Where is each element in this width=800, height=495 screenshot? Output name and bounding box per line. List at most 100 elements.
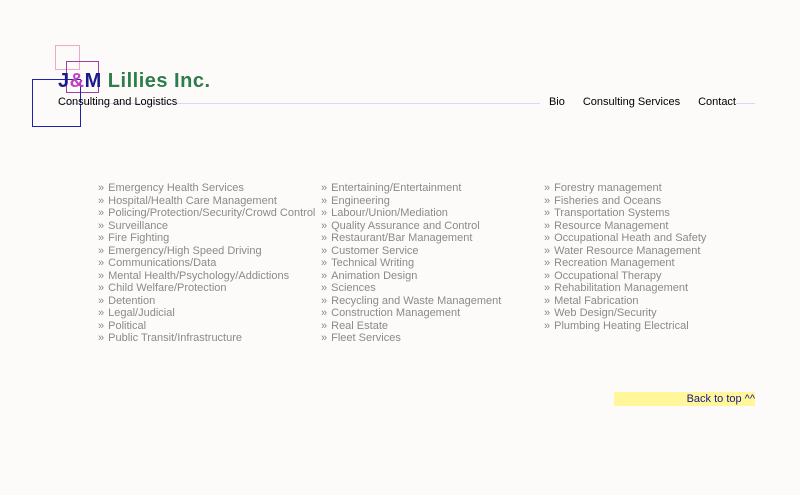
- services-list-2: » Entertaining/Entertainment» Engineering»…: [321, 182, 501, 345]
- service-list-item: » Occupational Heath and Safety: [544, 232, 706, 245]
- service-link[interactable]: Web Design/Security: [554, 307, 657, 319]
- service-link[interactable]: Mental Health/Psychology/Addictions: [108, 270, 289, 282]
- service-link[interactable]: Legal/Judicial: [108, 307, 175, 319]
- service-link[interactable]: Emergency Health Services: [108, 182, 244, 194]
- bullet-icon: »: [98, 319, 105, 332]
- service-list-item: » Restaurant/Bar Management: [321, 232, 501, 245]
- service-link[interactable]: Emergency/High Speed Driving: [108, 245, 261, 257]
- service-link[interactable]: Construction Management: [331, 307, 460, 319]
- service-list-item: » Policing/Protection/Security/Crowd Cont…: [98, 207, 315, 220]
- bullet-icon: »: [321, 282, 328, 294]
- service-link[interactable]: Fisheries and Oceans: [554, 195, 661, 207]
- service-link[interactable]: Surveillance: [108, 220, 168, 232]
- logo-ampersand: &: [69, 70, 85, 92]
- service-link[interactable]: Resource Management: [554, 220, 668, 232]
- main-nav: Bio Consulting Services Contact: [539, 96, 736, 108]
- back-to-top-link[interactable]: Back to top ^^: [687, 393, 755, 405]
- bullet-icon: »: [321, 244, 328, 257]
- service-list-item: » Recreation Management: [544, 257, 706, 270]
- service-link[interactable]: Hospital/Health Care Management: [108, 195, 277, 207]
- bullet-icon: »: [544, 282, 551, 294]
- service-list-item: » Fisheries and Oceans: [544, 195, 706, 208]
- service-link[interactable]: Real Estate: [331, 320, 388, 332]
- service-list-item: » Detention: [98, 295, 315, 308]
- service-link[interactable]: Engineering: [331, 195, 390, 207]
- bullet-icon: »: [98, 269, 105, 282]
- service-link[interactable]: Occupational Therapy: [554, 270, 661, 282]
- bullet-icon: »: [98, 194, 105, 207]
- service-list-item: » Quality Assurance and Control: [321, 220, 501, 233]
- service-list-item: » Resource Management: [544, 220, 706, 233]
- service-link[interactable]: Communications/Data: [108, 257, 216, 269]
- service-link[interactable]: Sciences: [331, 282, 376, 294]
- bullet-icon: »: [544, 194, 551, 207]
- service-list-item: » Construction Management: [321, 307, 501, 320]
- service-list-item: » Fleet Services: [321, 332, 501, 345]
- service-list-item: » Recycling and Waste Management: [321, 295, 501, 308]
- nav-link-bio[interactable]: Bio: [539, 96, 574, 108]
- service-list-item: » Legal/Judicial: [98, 307, 315, 320]
- nav-link-consulting-services[interactable]: Consulting Services: [573, 96, 690, 108]
- bullet-icon: »: [98, 182, 105, 194]
- logo-letter-j: J: [58, 70, 70, 92]
- service-link[interactable]: Rehabilitation Management: [554, 282, 688, 294]
- service-link[interactable]: Fire Fighting: [108, 232, 169, 244]
- service-link[interactable]: Transportation Systems: [554, 207, 670, 219]
- service-list-item: » Forestry management: [544, 182, 706, 195]
- service-list-item: » Animation Design: [321, 270, 501, 283]
- bullet-icon: »: [98, 307, 105, 319]
- service-list-item: » Public Transit/Infrastructure: [98, 332, 315, 345]
- logo-letter-m: M: [84, 70, 102, 92]
- bullet-icon: »: [98, 207, 105, 219]
- service-link[interactable]: Plumbing Heating Electrical: [554, 320, 689, 332]
- service-link[interactable]: Occupational Heath and Safety: [554, 232, 706, 244]
- bullet-icon: »: [98, 219, 105, 232]
- bullet-icon: »: [544, 244, 551, 257]
- service-link[interactable]: Recreation Management: [554, 257, 674, 269]
- services-column-1: » Emergency Health Services» Hospital/Heal…: [98, 182, 315, 345]
- service-link[interactable]: Fleet Services: [331, 332, 401, 344]
- service-link[interactable]: Child Welfare/Protection: [108, 282, 226, 294]
- tagline: Consulting and Logistics: [58, 96, 178, 108]
- service-list-item: » Transportation Systems: [544, 207, 706, 220]
- service-link[interactable]: Water Resource Management: [554, 245, 700, 257]
- service-link[interactable]: Animation Design: [331, 270, 417, 282]
- service-link[interactable]: Public Transit/Infrastructure: [108, 332, 242, 344]
- service-list-item: » Hospital/Health Care Management: [98, 195, 315, 208]
- bullet-icon: »: [321, 332, 328, 344]
- bullet-icon: »: [321, 307, 328, 319]
- service-list-item: » Rehabilitation Management: [544, 282, 706, 295]
- service-link[interactable]: Forestry management: [554, 182, 662, 194]
- bullet-icon: »: [544, 319, 551, 332]
- service-link[interactable]: Political: [108, 320, 146, 332]
- service-list-item: » Labour/Union/Mediation: [321, 207, 501, 220]
- service-link[interactable]: Metal Fabrication: [554, 295, 638, 307]
- bullet-icon: »: [321, 194, 328, 207]
- service-link[interactable]: Labour/Union/Mediation: [331, 207, 448, 219]
- service-link[interactable]: Policing/Protection/Security/Crowd Contr…: [108, 207, 315, 219]
- service-link[interactable]: Entertaining/Entertainment: [331, 182, 461, 194]
- services-column-3: » Forestry management» Fisheries and Ocean…: [544, 182, 706, 332]
- service-link[interactable]: Customer Service: [331, 245, 418, 257]
- bullet-icon: »: [544, 307, 551, 319]
- service-list-item: » Customer Service: [321, 245, 501, 258]
- service-link[interactable]: Quality Assurance and Control: [331, 220, 480, 232]
- service-list-item: » Engineering: [321, 195, 501, 208]
- bullet-icon: »: [98, 332, 105, 344]
- service-link[interactable]: Recycling and Waste Management: [331, 295, 501, 307]
- site-logo: J&M Lillies Inc.: [58, 70, 211, 93]
- services-column-2: » Entertaining/Entertainment» Engineering»…: [321, 182, 501, 345]
- bullet-icon: »: [544, 207, 551, 219]
- service-link[interactable]: Restaurant/Bar Management: [331, 232, 472, 244]
- service-link[interactable]: Detention: [108, 295, 155, 307]
- service-list-item: » Occupational Therapy: [544, 270, 706, 283]
- nav-link-contact[interactable]: Contact: [689, 96, 736, 108]
- logo-company-name: Lillies Inc.: [101, 70, 211, 92]
- bullet-icon: »: [98, 244, 105, 257]
- bullet-icon: »: [544, 269, 551, 282]
- service-link[interactable]: Technical Writing: [331, 257, 414, 269]
- service-list-item: » Communications/Data: [98, 257, 315, 270]
- bullet-icon: »: [321, 207, 328, 219]
- bullet-icon: »: [321, 219, 328, 232]
- service-list-item: » Technical Writing: [321, 257, 501, 270]
